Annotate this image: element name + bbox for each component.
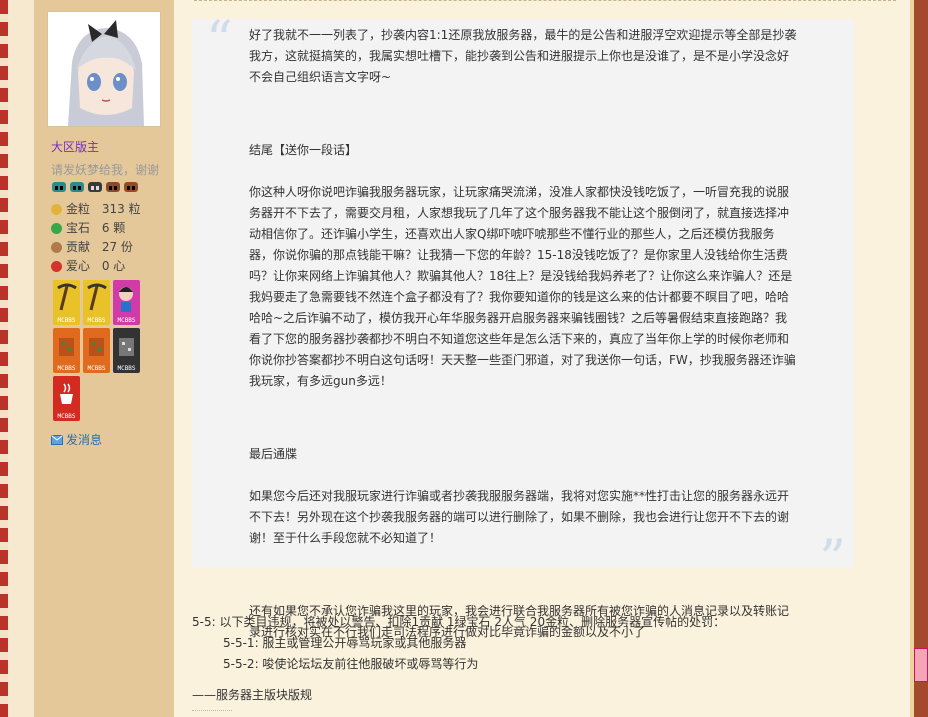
quote-paragraph: 你这种人呀你说吧诈骗我服务器玩家，让玩家痛哭流涕，没准人家都快没钱吃饭了，一听冒… [249, 185, 796, 388]
open-quote-icon: “ [206, 11, 233, 71]
badge-label: MCBBS [87, 317, 106, 324]
divider [192, 710, 232, 712]
stat-value: 0 心 [101, 259, 126, 273]
character-icon [119, 287, 133, 312]
stat-value: 6 颗 [101, 221, 126, 235]
avatar-image [48, 12, 160, 126]
quote-block: “ 好了我就不一一列表了，抄袭内容1:1还原我放服务器，最牛的是公告和进服浮空欢… [192, 11, 854, 639]
badge-label: MCBBS [57, 365, 76, 372]
stat-love: 爱心 0 心 [51, 257, 141, 276]
user-sidebar: 大区版主 请发妖梦给我，谢谢 金粒 313 粒 宝石 6 颗 贡献 27 份 爱… [34, 0, 174, 717]
rules-intro: 5-5: 以下类目违规，将被处以警告、扣除1贡献 1绿宝石 2人气 20金粒、删… [192, 615, 726, 629]
medal-icon[interactable] [51, 181, 67, 193]
java-badge[interactable]: MCBBS [53, 376, 80, 421]
stone-badge[interactable]: MCBBS [113, 328, 140, 373]
contribution-icon [51, 242, 62, 253]
quote-heading: 最后通牒 [249, 447, 298, 461]
heart-apple-icon [51, 261, 62, 272]
stat-value: 313 粒 [101, 202, 141, 216]
character-badge[interactable]: MCBBS [113, 280, 140, 325]
envelope-icon [51, 434, 63, 445]
ore-icon [119, 338, 134, 356]
stat-value: 27 份 [101, 240, 133, 254]
stat-gem: 宝石 6 颗 [51, 219, 141, 238]
divider [194, 0, 896, 1]
send-message-label[interactable]: 发消息 [66, 431, 102, 448]
stat-label: 金粒 [66, 202, 91, 216]
quote-heading: 结尾【送你一段话】 [249, 143, 358, 157]
copper-badge[interactable]: MCBBS [53, 328, 80, 373]
medal-row [51, 181, 139, 193]
pickaxe-icon [57, 283, 77, 311]
coffee-cup-icon [60, 383, 73, 404]
pickaxe-badge[interactable]: MCBBS [53, 280, 80, 325]
stat-gold: 金粒 313 粒 [51, 200, 141, 219]
quote-text: 好了我就不一一列表了，抄袭内容1:1还原我放服务器，最牛的是公告和进服浮空欢迎提… [249, 25, 797, 643]
user-group-title[interactable]: 大区版主 [51, 138, 99, 155]
badge-label: MCBBS [57, 317, 76, 324]
medal-icon[interactable] [69, 181, 85, 193]
stat-label: 贡献 [66, 240, 91, 254]
copper-badge[interactable]: MCBBS [83, 328, 110, 373]
ore-icon [59, 338, 74, 356]
post-content: “ 好了我就不一一列表了，抄袭内容1:1还原我放服务器，最牛的是公告和进服浮空欢… [174, 0, 910, 717]
stat-label: 宝石 [66, 221, 91, 235]
page-left-border [0, 0, 8, 717]
ore-icon [89, 338, 104, 356]
close-quote-icon: ” [819, 530, 846, 590]
page-left-margin [8, 0, 34, 717]
medal-icon[interactable] [105, 181, 121, 193]
pickaxe-icon [87, 283, 107, 311]
scrollbar-thumb[interactable] [914, 648, 928, 682]
stat-contribution: 贡献 27 份 [51, 238, 141, 257]
user-stats: 金粒 313 粒 宝石 6 颗 贡献 27 份 爱心 0 心 [51, 200, 141, 276]
rules-block: 5-5: 以下类目违规，将被处以警告、扣除1贡献 1绿宝石 2人气 20金粒、删… [192, 612, 892, 675]
badge-label: MCBBS [117, 317, 136, 324]
medal-icon[interactable] [123, 181, 139, 193]
quote-paragraph: 好了我就不一一列表了，抄袭内容1:1还原我放服务器，最牛的是公告和进服浮空欢迎提… [249, 28, 797, 84]
right-scrollbar[interactable] [910, 0, 928, 717]
rules-signature: ——服务器主版块版规 [192, 688, 313, 702]
rule-item: 5-5-2: 唆使论坛坛友前往他服破坏或辱骂等行为 [223, 657, 479, 671]
gold-coin-icon [51, 204, 62, 215]
badge-label: MCBBS [117, 365, 136, 372]
rule-item: 5-5-1: 服主或管理公开辱骂玩家或其他服务器 [223, 636, 467, 650]
quote-paragraph: 如果您今后还对我服玩家进行诈骗或者抄袭我服服务器端，我将对您实施**性打击让您的… [249, 489, 790, 545]
scrollbar-track [910, 0, 914, 717]
green-gem-icon [51, 223, 62, 234]
send-message-link[interactable]: 发消息 [51, 431, 102, 448]
badge-label: MCBBS [57, 413, 76, 420]
badge-label: MCBBS [87, 365, 106, 372]
pickaxe-badge[interactable]: MCBBS [83, 280, 110, 325]
user-custom-title: 请发妖梦给我，谢谢 [51, 163, 160, 177]
stat-label: 爱心 [66, 259, 91, 273]
medal-icon[interactable] [87, 181, 103, 193]
avatar[interactable] [47, 11, 161, 127]
